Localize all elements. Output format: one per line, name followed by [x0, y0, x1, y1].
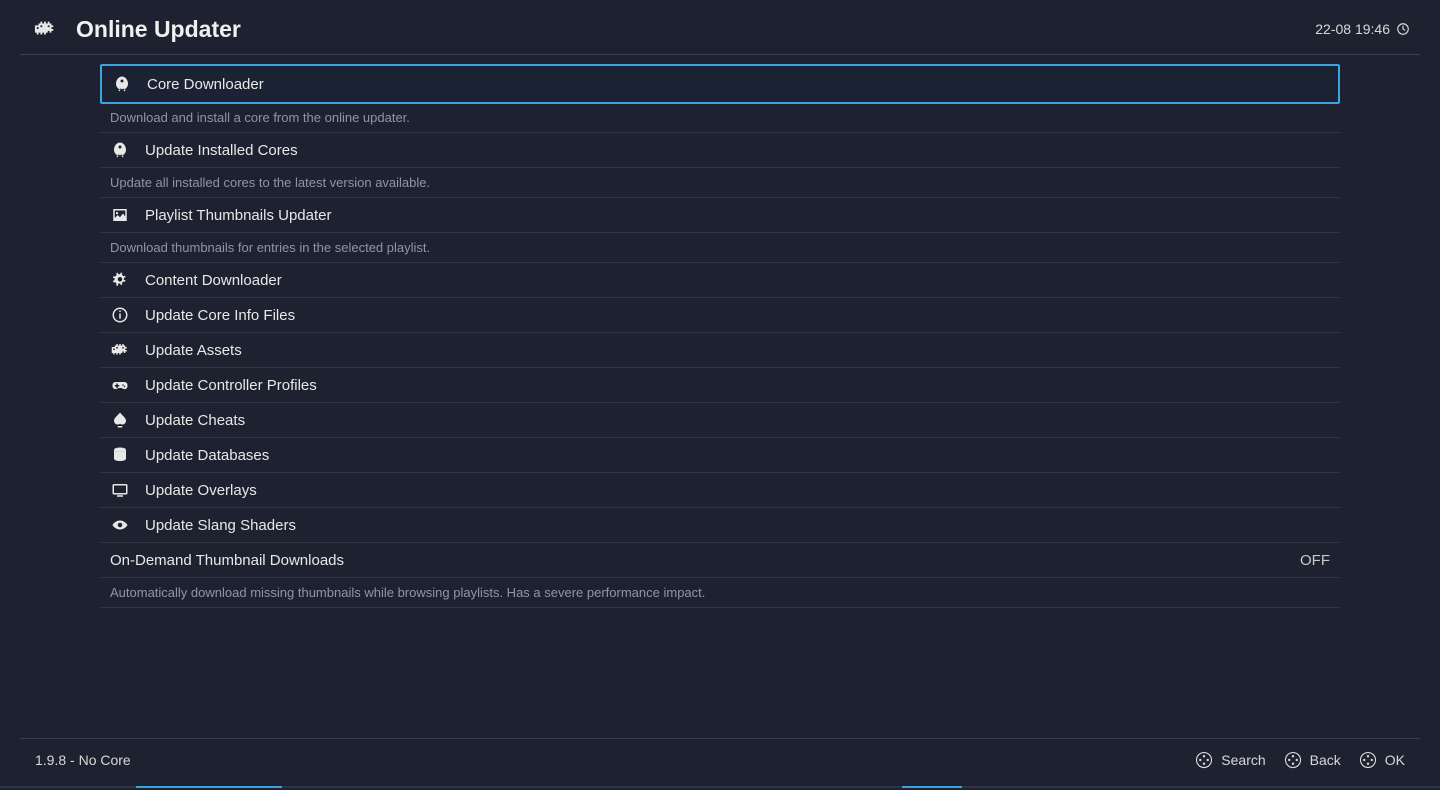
menu-item-label: Core Downloader	[147, 76, 1328, 93]
menu-item-description: Download and install a core from the onl…	[100, 103, 1340, 133]
rocket-icon	[112, 74, 132, 94]
footer-button-back[interactable]: Back	[1284, 751, 1341, 769]
dpad-icon	[1195, 751, 1213, 769]
menu-item-update-slang-shaders[interactable]: Update Slang Shaders	[100, 508, 1340, 543]
menu-item-label: Update Overlays	[145, 482, 1330, 499]
menu-item-on-demand-thumbnail-downloads[interactable]: On-Demand Thumbnail DownloadsOFF	[100, 543, 1340, 578]
menu-item-value: OFF	[1300, 552, 1330, 569]
version-text: 1.9.8 - No Core	[35, 752, 131, 768]
menu-item-update-assets[interactable]: Update Assets	[100, 333, 1340, 368]
menu-item-label: Update Installed Cores	[145, 142, 1330, 159]
menu-item-label: Update Controller Profiles	[145, 377, 1330, 394]
menu-item-update-cheats[interactable]: Update Cheats	[100, 403, 1340, 438]
menu-item-label: Update Core Info Files	[145, 307, 1330, 324]
menu-item-update-controller-profiles[interactable]: Update Controller Profiles	[100, 368, 1340, 403]
dpad-icon	[1359, 751, 1377, 769]
database-icon	[110, 445, 130, 465]
menu-item-update-databases[interactable]: Update Databases	[100, 438, 1340, 473]
menu-item-update-installed-cores[interactable]: Update Installed Cores	[100, 133, 1340, 168]
menu-item-label: Update Databases	[145, 447, 1330, 464]
bottom-accent-bar	[0, 786, 1440, 788]
header: Online Updater 22-08 19:46	[0, 0, 1440, 54]
menu-item-core-downloader[interactable]: Core Downloader	[100, 64, 1340, 104]
rocket-icon	[110, 140, 130, 160]
image-icon	[110, 205, 130, 225]
controller-icon	[110, 375, 130, 395]
page-title: Online Updater	[76, 16, 241, 43]
menu-item-label: Update Assets	[145, 342, 1330, 359]
app-icon	[30, 18, 60, 40]
menu-item-content-downloader[interactable]: Content Downloader	[100, 263, 1340, 298]
info-icon	[110, 305, 130, 325]
menu-item-description: Download thumbnails for entries in the s…	[100, 233, 1340, 263]
menu-item-update-overlays[interactable]: Update Overlays	[100, 473, 1340, 508]
footer: 1.9.8 - No Core Search Back OK	[0, 738, 1440, 788]
eye-icon	[110, 515, 130, 535]
menu-item-label: Playlist Thumbnails Updater	[145, 207, 1330, 224]
menu-item-update-core-info-files[interactable]: Update Core Info Files	[100, 298, 1340, 333]
menu-list: Core Downloader Download and install a co…	[0, 55, 1440, 608]
dpad-icon	[1284, 751, 1302, 769]
menu-item-playlist-thumbnails-updater[interactable]: Playlist Thumbnails Updater	[100, 198, 1340, 233]
footer-button-label: OK	[1385, 752, 1405, 768]
gears-icon	[110, 270, 130, 290]
footer-button-label: Search	[1221, 752, 1265, 768]
menu-item-description: Update all installed cores to the latest…	[100, 168, 1340, 198]
datetime-text: 22-08 19:46	[1315, 21, 1390, 37]
menu-item-description: Automatically download missing thumbnail…	[100, 578, 1340, 608]
footer-button-label: Back	[1310, 752, 1341, 768]
footer-button-ok[interactable]: OK	[1359, 751, 1405, 769]
invader-icon	[110, 340, 130, 360]
menu-item-label: Update Cheats	[145, 412, 1330, 429]
clock-icon	[1396, 22, 1410, 36]
menu-item-label: Content Downloader	[145, 272, 1330, 289]
overlay-icon	[110, 480, 130, 500]
header-clock: 22-08 19:46	[1315, 21, 1410, 37]
spade-icon	[110, 410, 130, 430]
footer-button-search[interactable]: Search	[1195, 751, 1265, 769]
menu-item-label: On-Demand Thumbnail Downloads	[110, 552, 1300, 569]
menu-item-label: Update Slang Shaders	[145, 517, 1330, 534]
